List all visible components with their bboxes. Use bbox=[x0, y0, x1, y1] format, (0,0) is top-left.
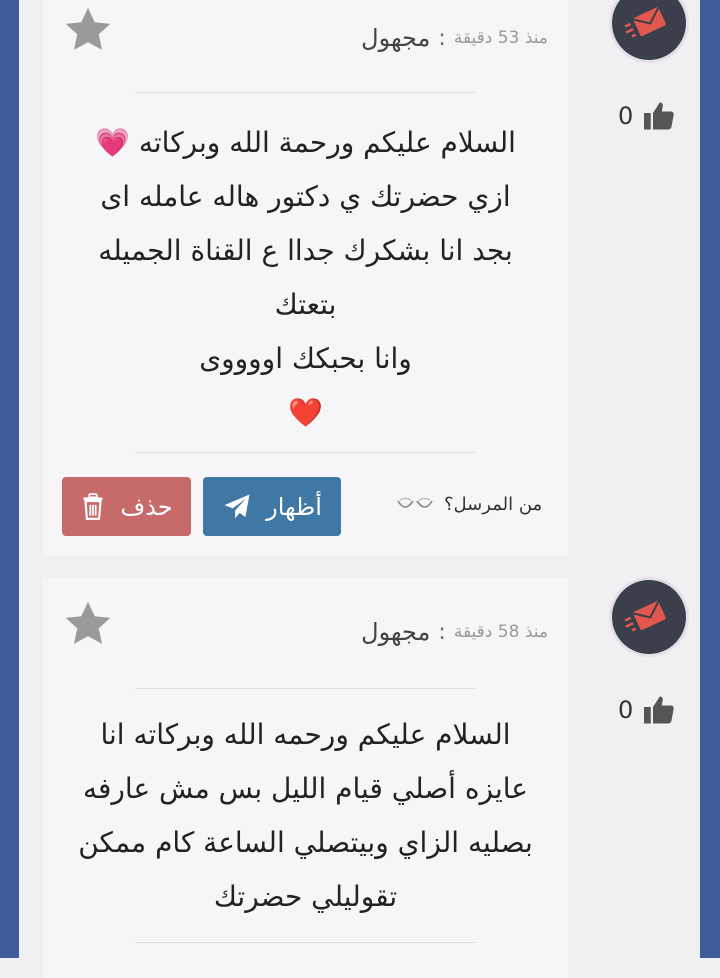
message-header: منذ 58 دقيقة : مجهول bbox=[361, 612, 548, 652]
left-edge-bar bbox=[0, 0, 19, 958]
like-control[interactable]: 0 bbox=[618, 98, 680, 134]
message-line: ازي حضرتك ي دكتور هاله عامله اى bbox=[100, 180, 511, 213]
message-line: ❤️ bbox=[288, 396, 323, 429]
message-line: بتعتك bbox=[274, 288, 337, 321]
avatar bbox=[612, 0, 686, 60]
sender-name: مجهول bbox=[361, 618, 431, 646]
star-icon[interactable] bbox=[60, 2, 116, 58]
eyes-icon bbox=[397, 497, 433, 508]
header-separator: : bbox=[438, 25, 446, 51]
time-ago: منذ 58 دقيقة bbox=[453, 622, 548, 642]
message-line: بجد انا بشكرك جداا ع القناة الجميله bbox=[98, 234, 513, 267]
who-sender-label: من المرسل؟ bbox=[444, 494, 543, 515]
who-is-sender[interactable]: من المرسل؟ bbox=[396, 494, 542, 515]
message-text: السلام عليكم ورحمة الله وبركاته 💗 ازي حض… bbox=[43, 116, 568, 440]
trash-icon bbox=[83, 492, 103, 520]
message-text: السلام عليكم ورحمه الله وبركاته انا عايز… bbox=[43, 708, 568, 924]
delete-button-label: حذف bbox=[120, 492, 173, 521]
delete-button[interactable]: حذف bbox=[62, 477, 191, 536]
message-line: تقوليلي حضرتك bbox=[213, 880, 398, 913]
sender-name: مجهول bbox=[361, 24, 431, 52]
thumbs-up-icon bbox=[644, 696, 675, 724]
like-control[interactable]: 0 bbox=[618, 692, 680, 728]
paper-plane-icon bbox=[224, 494, 250, 518]
show-sender-button[interactable]: أظهار bbox=[203, 477, 341, 536]
time-ago: منذ 53 دقيقة bbox=[453, 28, 548, 48]
header-separator: : bbox=[438, 619, 446, 645]
envelope-icon bbox=[624, 601, 666, 632]
message-line: عايزه أصلي قيام الليل بس مش عارفه bbox=[83, 772, 528, 805]
show-button-label: أظهار bbox=[266, 492, 322, 521]
divider bbox=[135, 942, 475, 943]
message-header: منذ 53 دقيقة : مجهول bbox=[361, 18, 548, 58]
divider bbox=[135, 688, 475, 689]
avatar bbox=[612, 580, 686, 654]
like-count: 0 bbox=[618, 696, 634, 724]
like-count: 0 bbox=[618, 102, 634, 130]
star-icon[interactable] bbox=[60, 596, 116, 652]
right-edge-bar bbox=[700, 0, 720, 958]
message-line: السلام عليكم ورحمة الله وبركاته 💗 bbox=[95, 126, 516, 159]
message-line: السلام عليكم ورحمه الله وبركاته انا bbox=[100, 718, 511, 751]
thumbs-up-icon bbox=[644, 102, 675, 130]
message-line: وانا بحبكك اووووى bbox=[199, 342, 412, 375]
envelope-icon bbox=[624, 7, 666, 38]
divider bbox=[135, 92, 475, 93]
message-line: بصليه الزاي وبيتصلي الساعة كام ممكن bbox=[78, 826, 533, 859]
divider bbox=[135, 452, 475, 453]
